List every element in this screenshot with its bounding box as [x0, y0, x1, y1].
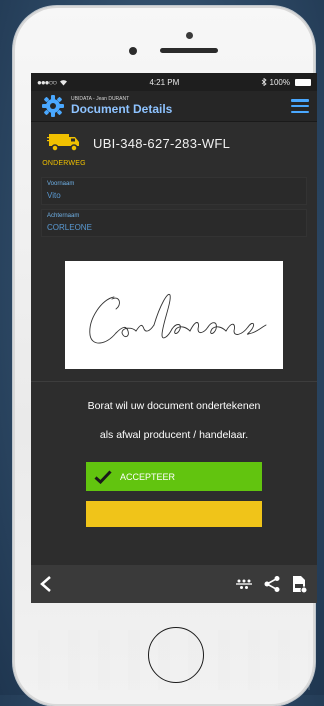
message-line-2: als afwal producent / handelaar. — [99, 429, 249, 441]
truck-icon — [47, 134, 79, 152]
home-button[interactable] — [148, 627, 204, 683]
back-icon[interactable] — [39, 575, 53, 593]
battery-icon — [295, 78, 311, 86]
front-camera — [129, 47, 137, 55]
menu-icon[interactable] — [291, 99, 309, 113]
document-id: UBI-348-627-283-WFL — [93, 136, 231, 151]
secondary-action-button[interactable] — [86, 501, 262, 527]
field-value: Vito — [47, 191, 61, 200]
accept-button-label: ACCEPTEER — [120, 471, 176, 482]
checkmark-icon — [94, 469, 112, 484]
bluetooth-icon — [261, 78, 267, 86]
signature-image — [89, 293, 267, 344]
page-title: Document Details — [71, 102, 173, 116]
app-screen: ●●●○○ 4:21 PM 100% UBIDATA - Jean DURANT… — [31, 73, 317, 603]
share-icon[interactable] — [263, 575, 281, 593]
field-value: CORLEONE — [47, 223, 92, 232]
signal-icon: ●●●○○ — [37, 77, 57, 87]
status-bar: ●●●○○ 4:21 PM 100% — [31, 73, 317, 91]
gear-icon — [42, 95, 64, 117]
message-line-1: Borat wil uw document ondertekenen — [87, 400, 261, 412]
route-icon[interactable] — [235, 577, 253, 591]
status-badge: ONDERWEG — [42, 160, 86, 167]
app-header: UBIDATA - Jean DURANT Document Details — [31, 91, 317, 122]
earpiece-speaker — [160, 48, 218, 53]
signature-request-message: Borat wil uw document ondertekenen als a… — [31, 392, 317, 450]
status-time: 4:21 PM — [149, 77, 180, 87]
divider — [31, 381, 317, 382]
document-summary: ONDERWEG UBI-348-627-283-WFL — [31, 122, 317, 173]
proximity-sensor — [186, 32, 193, 39]
signature-box — [65, 261, 283, 369]
field-label: Achternaam — [47, 213, 80, 219]
field-label: Voornaam — [47, 181, 75, 187]
last-name-field[interactable]: Achternaam CORLEONE — [41, 209, 307, 237]
battery-percent: 100% — [269, 77, 290, 87]
first-name-field[interactable]: Voornaam Vito — [41, 177, 307, 205]
accept-button[interactable]: ACCEPTEER — [86, 462, 262, 491]
bottom-toolbar — [31, 565, 317, 603]
wifi-icon — [60, 79, 68, 85]
pdf-icon[interactable] — [291, 575, 307, 593]
